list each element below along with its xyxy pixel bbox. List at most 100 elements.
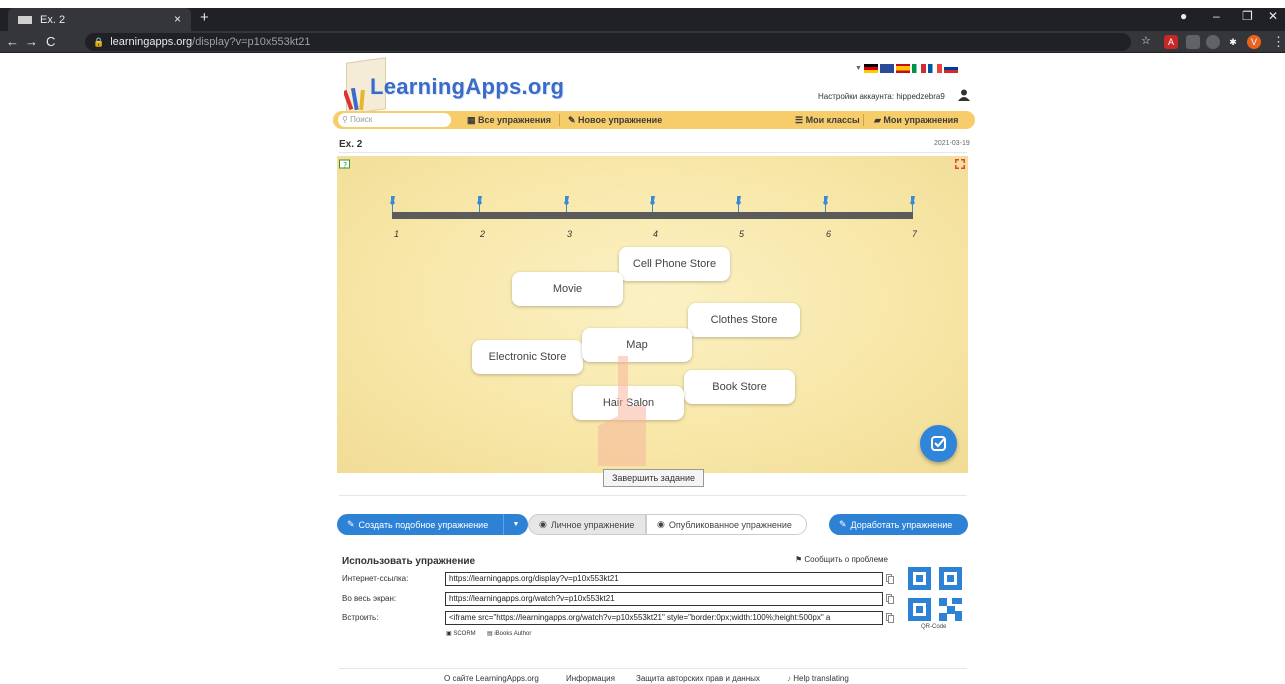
scorm-label: SCORM: [453, 631, 476, 637]
close-window-button[interactable]: ✕: [1268, 9, 1278, 23]
divider: [339, 495, 967, 496]
reload-icon[interactable]: C: [46, 34, 55, 49]
ibooks-link[interactable]: ▤ iBooks Author: [487, 630, 531, 637]
svg-text:?: ?: [343, 161, 347, 170]
scorm-link[interactable]: ▣ SCORM: [446, 630, 476, 637]
timeline-number: 6: [826, 229, 832, 239]
footer-about-link[interactable]: О сайте LearningApps.org: [444, 674, 539, 683]
qr-code-label: QR-Code: [921, 624, 947, 630]
profile-icon[interactable]: ●: [1180, 9, 1187, 23]
browser-tab[interactable]: Ex. 2 ×: [8, 8, 191, 31]
copy-icon[interactable]: [886, 613, 894, 623]
copy-icon[interactable]: [886, 594, 894, 604]
timeline-number: 4: [653, 229, 659, 239]
use-exercise-title: Использовать упражнение: [342, 556, 476, 567]
check-button[interactable]: [920, 425, 957, 462]
published-exercise-toggle[interactable]: ◉ Опубликованное упражнение: [646, 514, 807, 535]
flag-ru-icon[interactable]: [943, 63, 958, 73]
nav-my-classes[interactable]: ☰ Мои классы: [795, 115, 860, 126]
copy-icon[interactable]: [886, 574, 894, 584]
refine-label: Доработать упражнение: [850, 519, 953, 530]
draggable-card[interactable]: Clothes Store: [688, 303, 800, 337]
private-label: Личное упражнение: [550, 519, 635, 530]
exercise-date: 2021-03-19: [934, 140, 970, 147]
extension-icon[interactable]: [1206, 35, 1220, 49]
url-host: learningapps.org: [110, 36, 193, 48]
minimize-button[interactable]: –: [1213, 9, 1220, 23]
timeline-number: 5: [739, 229, 745, 239]
create-dropdown-button[interactable]: ▼: [503, 514, 528, 535]
site-logo[interactable]: LearningApps.org: [340, 57, 570, 116]
timeline-pin-icon: [564, 196, 569, 212]
fullscreen-icon[interactable]: [955, 159, 965, 169]
nav-mine-label: Мои упражнения: [883, 115, 959, 125]
published-label: Опубликованное упражнение: [668, 519, 792, 530]
address-bar: ← → C 🔒 learningapps.org /display?v=p10x…: [0, 31, 1285, 53]
timeline-pin-icon: [477, 196, 482, 212]
flag-gb-icon[interactable]: [879, 63, 894, 73]
nav-my-exercises[interactable]: ▰ Мои упражнения: [874, 115, 958, 126]
help-icon[interactable]: ?: [339, 159, 351, 171]
report-problem-link[interactable]: ⚑ Сообщить о проблеме: [795, 555, 888, 564]
nav-classes-label: Мои классы: [805, 115, 860, 125]
maximize-button[interactable]: ❐: [1242, 9, 1253, 23]
ibooks-label: iBooks Author: [494, 631, 532, 637]
timeline-number: 2: [480, 229, 486, 239]
menu-icon[interactable]: ⋮: [1272, 34, 1285, 50]
fullscreen-label: Во весь экран:: [342, 594, 397, 603]
draggable-card[interactable]: Movie: [512, 272, 623, 306]
flag-it-icon[interactable]: [911, 63, 926, 73]
lock-icon: 🔒: [93, 36, 105, 47]
qr-code-icon[interactable]: [908, 567, 962, 621]
forward-icon[interactable]: →: [25, 34, 38, 49]
create-similar-button[interactable]: ✎ Создать подобное упражнение: [337, 514, 504, 535]
user-icon[interactable]: [958, 89, 970, 101]
nav-all-exercises[interactable]: ▦ Все упражнения: [467, 115, 551, 126]
nav-new-exercise[interactable]: ✎ Новое упражнение: [568, 115, 662, 126]
nav-divider: [559, 114, 560, 126]
tab-close-icon[interactable]: ×: [174, 12, 181, 26]
divider: [339, 152, 967, 153]
back-icon[interactable]: ←: [6, 34, 19, 49]
nav-all-label: Все упражнения: [478, 115, 552, 125]
profile-avatar[interactable]: V: [1247, 35, 1261, 49]
timeline-pin-icon: [650, 196, 655, 212]
flag-es-icon[interactable]: [895, 63, 910, 73]
pencil-icon: ✎: [839, 519, 847, 529]
flag-fr-icon[interactable]: [927, 63, 942, 73]
timeline-pin-icon: [390, 196, 395, 212]
refine-exercise-button[interactable]: ✎ Доработать упражнение: [829, 514, 968, 535]
nav-divider: [863, 114, 864, 126]
new-tab-button[interactable]: +: [200, 9, 209, 26]
embed-field[interactable]: <iframe src="https://learningapps.org/wa…: [445, 611, 883, 625]
tab-title: Ex. 2: [40, 13, 66, 26]
check-icon: [931, 436, 946, 451]
footer-translate-link[interactable]: ♪ Help translating: [787, 674, 849, 683]
draggable-card[interactable]: Book Store: [684, 370, 795, 404]
drag-hint-hand-icon: [598, 356, 646, 466]
url-field[interactable]: 🔒 learningapps.org /display?v=p10x553kt2…: [85, 33, 1131, 51]
timeline-number: 3: [567, 229, 573, 239]
draggable-card[interactable]: Cell Phone Store: [619, 247, 730, 281]
draggable-card[interactable]: Electronic Store: [472, 340, 583, 374]
footer-info-link[interactable]: Информация: [566, 674, 615, 683]
private-exercise-toggle[interactable]: ◉ Личное упражнение: [528, 514, 646, 535]
create-similar-label: Создать подобное упражнение: [358, 519, 489, 530]
language-dropdown-icon[interactable]: ▼: [855, 65, 862, 72]
finish-task-button[interactable]: Завершить задание: [603, 469, 704, 487]
puzzle-icon[interactable]: ✱: [1226, 35, 1240, 49]
divider: [339, 668, 967, 669]
cast-extension-icon[interactable]: [1186, 35, 1200, 49]
url-path: /display?v=p10x553kt21: [192, 36, 311, 48]
fullscreen-field[interactable]: https://learningapps.org/watch?v=p10x553…: [445, 592, 883, 606]
folder-icon: ▰: [874, 115, 884, 125]
list-icon: ☰: [795, 115, 806, 125]
link-field[interactable]: https://learningapps.org/display?v=p10x5…: [445, 572, 883, 586]
footer-privacy-link[interactable]: Защита авторских прав и данных: [636, 674, 760, 683]
adblock-extension-icon[interactable]: A: [1164, 35, 1178, 49]
bookmark-star-icon[interactable]: ☆: [1141, 34, 1151, 47]
search-placeholder: Поиск: [350, 115, 373, 124]
flag-de-icon[interactable]: [863, 63, 878, 73]
account-settings-link[interactable]: Настройки аккаунта: hippedzebra9: [818, 92, 945, 101]
search-input[interactable]: ⚲ Поиск: [338, 113, 451, 127]
